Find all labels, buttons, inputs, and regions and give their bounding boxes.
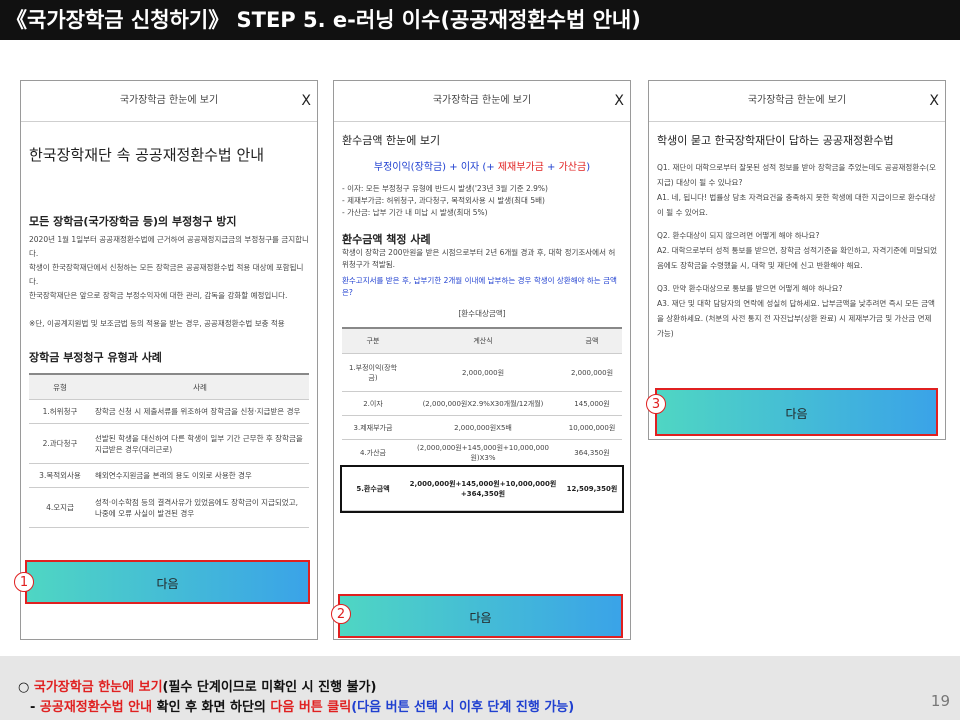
footer-text: 확인 후 화면 하단의 [152,700,271,715]
cell: 2,000,000원+145,000원+10,000,000원 +364,350… [404,466,562,511]
section-title: 환수금액 책정 사례 [342,233,431,246]
qa-line: A3. 재단 및 대학 담당자의 연락에 성실히 답하세요. 납부금액을 낮추려… [657,299,935,338]
step-badge-3: 3 [646,394,666,414]
cell: 364,350원 [562,439,622,467]
table-header: 유형 [29,373,91,400]
modal-title: 국가장학금 한눈에 보기 [747,95,847,106]
table-row: 4.오지급 성적·이수학점 등의 결격사유가 있었음에도 장학금이 지급되었고, … [29,487,309,528]
cell: 2,000,000원X5배 [404,415,562,440]
step-badge-1: 1 [14,572,34,592]
table-header: 구분 [342,327,404,354]
footer-highlight: 공공재정환수법 안내 [39,700,153,715]
formula-part: 부정이익(장학금) + 이자 (+ [373,162,498,173]
cell: 10,000,000원 [562,415,622,440]
formula-part: ) [586,162,591,173]
modal-header: 국가장학금 한눈에 보기 X [21,81,317,122]
cell-case: 성적·이수학점 등의 결격사유가 있었음에도 장학금이 지급되었고, 나중에 오… [91,487,309,528]
section-title: 환수금액 한눈에 보기 [342,134,441,147]
section-title: 학생이 묻고 한국장학재단이 답하는 공공재정환수법 [657,134,894,147]
section-title: 장학금 부정청구 유형과 사례 [29,351,162,364]
cell: 1.부정이익(장학금) [342,353,404,392]
footer-highlight: 다음 버튼 클릭 [270,700,352,715]
cell-type: 3.목적외사용 [29,463,91,488]
modal-panel-1: 국가장학금 한눈에 보기 X 한국장학재단 속 공공재정환수법 안내 모든 장학… [20,80,318,640]
table-header: 사례 [91,373,309,400]
cell-type: 2.과다청구 [29,423,91,464]
table-header: 계산식 [404,327,562,354]
qa-line: A2. 대학으로부터 성적 통보를 받으면, 장학금 성적기준을 확인하고, 자… [657,246,938,270]
next-button[interactable]: 다음 [338,594,623,638]
cell: 145,000원 [562,391,622,416]
modal-title: 국가장학금 한눈에 보기 [432,95,532,106]
note-text: ※단, 이공계지원법 및 보조금법 등의 적용을 받는 경우, 공공재정환수법 … [29,319,285,328]
table-row: 1.부정이익(장학금) 2,000,000원 2,000,000원 [342,353,622,392]
table-row-total: 5.환수금액 2,000,000원+145,000원+10,000,000원 +3… [340,464,624,513]
table-row: 1.허위청구 장학금 신청 시 제출서류를 위조하여 장학금을 신청·지급받은 경… [29,399,309,424]
next-button[interactable]: 다음 [25,560,310,604]
cell: 5.환수금액 [342,466,404,511]
qa-line: Q2. 환수대상이 되지 않으려면 어떻게 해야 하나요? [657,231,820,240]
page-number: 19 [930,692,950,710]
footer-line-2: - 공공재정환수법 안내 확인 후 화면 하단의 다음 버튼 클릭(다음 버튼 … [30,696,574,715]
cell-case: 장학금 신청 시 제출서류를 위조하여 장학금을 신청·지급받은 경우 [91,399,309,424]
close-icon[interactable]: X [301,81,311,121]
cell: 12,509,350원 [562,466,622,511]
step-badge-2: 2 [331,604,351,624]
table-row: 3.제재부가금 2,000,000원X5배 10,000,000원 [342,415,622,440]
fraud-type-table: 유형 사례 1.허위청구 장학금 신청 시 제출서류를 위조하여 장학금을 신청·… [29,373,309,528]
formula-part: 가산금 [558,162,587,173]
footer-line-1: ○ 국가장학금 한눈에 보기(필수 단계이므로 미확인 시 진행 불가) [18,676,376,695]
table-header: 금액 [562,327,622,354]
next-button[interactable]: 다음 [655,388,938,436]
question-text: 환수고지서를 받은 후, 납부기한 2개월 이내에 납부하는 경우 학생이 상환… [342,276,617,297]
table-row: 2.과다청구 선발된 학생을 대신하여 다른 학생이 일부 기간 근무한 후 장학… [29,423,309,464]
bullet-line: - 이자: 모든 부정청구 유형에 반드시 발생('23년 3월 기준 2.9%… [342,184,548,193]
table-caption: [환수대상금액] [458,309,506,318]
formula-part: 제재부가금 [497,162,544,173]
modal-header: 국가장학금 한눈에 보기 X [334,81,630,122]
cell: (2,000,000원X2.9%X30개월/12개월) [404,391,562,416]
table-row: 2.이자 (2,000,000원X2.9%X30개월/12개월) 145,000원 [342,391,622,416]
cell: 3.제재부가금 [342,415,404,440]
cell-case: 해외연수지원금을 본래의 용도 이외로 사용한 경우 [91,463,309,488]
para-line: 2020년 1월 1일부터 공공재정환수법에 근거하여 공공재정지급금의 부정청… [29,235,309,258]
cell: 2,000,000원 [404,353,562,392]
modal-panel-3: 국가장학금 한눈에 보기 X 학생이 묻고 한국장학재단이 답하는 공공재정환수… [648,80,946,440]
bullet-line: - 제재부가금: 허위청구, 과다청구, 목적외사용 시 발생(최대 5배) [342,196,545,205]
close-icon[interactable]: X [929,81,939,121]
table-row: 4.가산금 (2,000,000원+145,000원+10,000,000원)X3… [342,439,622,467]
cell-case: 선발된 학생을 대신하여 다른 학생이 일부 기간 근무한 후 장학금을 지급받… [91,423,309,464]
refund-table: 구분 계산식 금액 1.부정이익(장학금) 2,000,000원 2,000,000… [340,327,624,513]
formula-part: + [543,162,559,173]
table-row: 3.목적외사용 해외연수지원금을 본래의 용도 이외로 사용한 경우 [29,463,309,488]
cell-type: 4.오지급 [29,487,91,528]
footer-highlight: 국가장학금 한눈에 보기 [33,680,163,695]
cell-type: 1.허위청구 [29,399,91,424]
qa-line: A1. 네, 됩니다! 법률상 당초 자격요건을 충족하지 못한 학생에 대한 … [657,193,936,217]
cell: 4.가산금 [342,439,404,467]
qa-line: Q1. 재단이 대학으로부터 잘못된 성적 정보를 받아 장학금을 주었는데도 … [657,163,936,187]
modal-title: 국가장학금 한눈에 보기 [119,95,219,106]
cell: 2.이자 [342,391,404,416]
section-title: 모든 장학금(국가장학금 등)의 부정청구 방지 [29,215,237,228]
para-line: 학생이 한국장학재단에서 신청하는 모든 장학금은 공공재정환수법 적용 대상에… [29,263,304,286]
close-icon[interactable]: X [614,81,624,121]
case-text: 학생이 장학금 200만원을 받은 시점으로부터 2년 6개월 경과 후, 대학… [342,248,616,269]
footer-text: (필수 단계이므로 미확인 시 진행 불가) [162,680,377,695]
para-line: 한국장학재단은 앞으로 장학금 부정수익자에 대한 관리, 감독을 강화할 예정… [29,291,288,300]
modal-panel-2: 국가장학금 한눈에 보기 X 환수금액 한눈에 보기 부정이익(장학금) + 이… [333,80,631,640]
notice-heading: 한국장학재단 속 공공재정환수법 안내 [29,146,265,164]
footer-dash: - [30,700,40,715]
cell: (2,000,000원+145,000원+10,000,000원)X3% [404,439,562,467]
footer-bullet: ○ [18,680,34,695]
formula-line: 부정이익(장학금) + 이자 (+ 제재부가금 + 가산금) [342,158,622,173]
qa-line: Q3. 만약 환수대상으로 통보를 받으면 어떻게 해야 하나요? [657,284,843,293]
modal-header: 국가장학금 한눈에 보기 X [649,81,945,122]
footer-note: (다음 버튼 선택 시 이후 단계 진행 가능) [351,700,575,715]
bullet-line: - 가산금: 납부 기간 내 미납 시 발생(최대 5%) [342,208,488,217]
slide-title: 《국가장학금 신청하기》 STEP 5. e-러닝 이수(공공재정환수법 안내) [0,0,960,40]
cell: 2,000,000원 [562,353,622,392]
